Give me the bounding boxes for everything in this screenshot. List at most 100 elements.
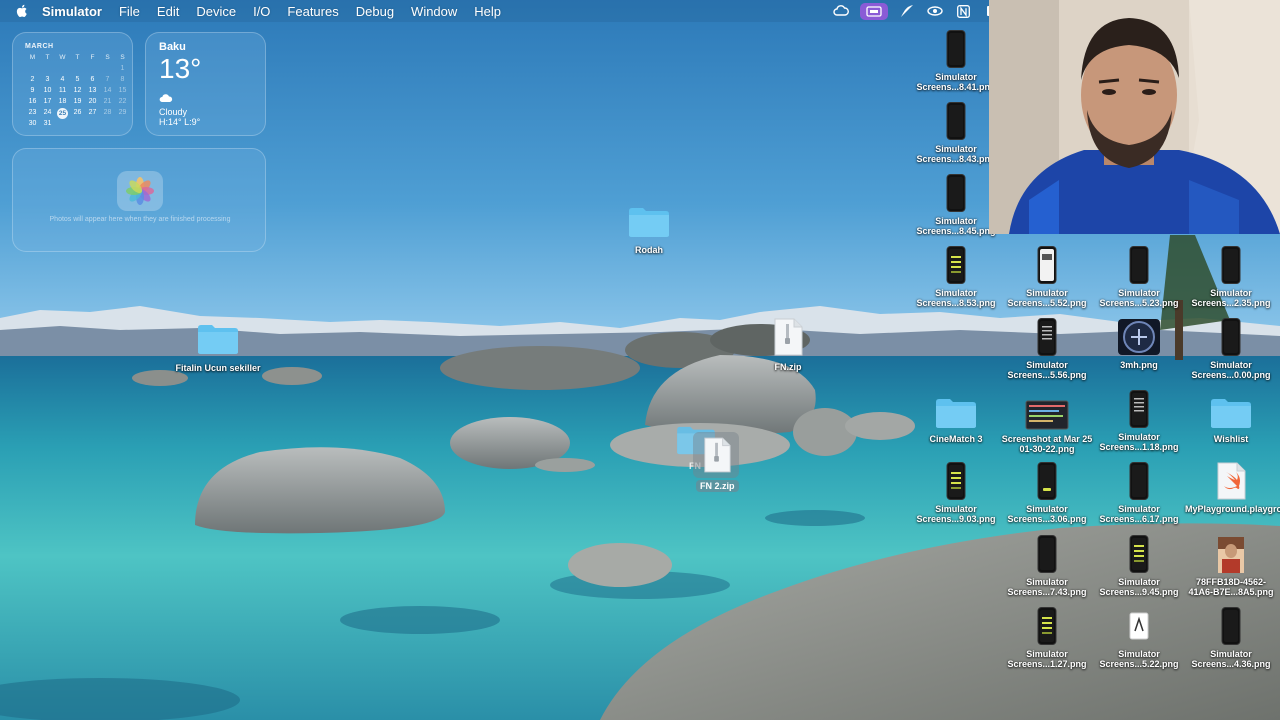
desktop-file-sim-118[interactable]: Simulator Screens...1.18.png: [1093, 390, 1185, 456]
menu-debug[interactable]: Debug: [356, 4, 394, 19]
feather-icon[interactable]: [898, 3, 916, 19]
calendar-day: 5: [75, 76, 80, 83]
desktop-file-sim-000[interactable]: Simulator Screens...0.00.png: [1185, 318, 1277, 384]
desktop-file-sim-523[interactable]: Simulator Screens...5.23.png: [1093, 246, 1185, 312]
screenshot-thumbnail-icon: [1221, 246, 1241, 284]
screen-mirroring-icon[interactable]: [860, 2, 888, 20]
desktop-file-fn-zip[interactable]: FN.zip: [742, 318, 834, 374]
folder-icon: [198, 325, 238, 354]
desktop-file-guid-png[interactable]: 78FFB18D-4562-41A6-B7E...8A5.png: [1185, 535, 1277, 601]
desktop-file-sim-743[interactable]: Simulator Screens...7.43.png: [1001, 535, 1093, 601]
desktop-label: 3mh.png: [1120, 360, 1158, 370]
desktop-label: Simulator Screens...7.43.png: [1007, 577, 1087, 597]
calendar-day: 4: [60, 76, 65, 83]
calendar-day: 26: [73, 109, 82, 116]
calendar-day: 24: [43, 109, 52, 116]
calendar-weekday: W: [59, 54, 66, 61]
screenshot-thumbnail-icon: [946, 30, 966, 68]
calendar-day: 23: [28, 109, 37, 116]
screenshot-thumbnail-icon: [1221, 607, 1241, 645]
weather-condition: Cloudy: [159, 107, 188, 117]
menu-file[interactable]: File: [119, 4, 140, 19]
desktop-file-sim-945[interactable]: Simulator Screens...9.45.png: [1093, 535, 1185, 601]
calendar-day: 31: [43, 120, 52, 127]
desktop-label: CineMatch 3: [929, 434, 983, 444]
calendar-day: 11: [58, 87, 67, 94]
folder-icon: [629, 208, 669, 237]
desktop-folder-rodah[interactable]: Rodah: [603, 205, 695, 263]
calendar-day: 29: [118, 109, 127, 116]
apple-logo-icon[interactable]: [14, 3, 30, 19]
desktop-file-screenshot[interactable]: Screenshot at Mar 25 01-30-22.png: [1001, 392, 1093, 458]
folder-icon: [1209, 396, 1253, 430]
menu-app-name[interactable]: Simulator: [42, 4, 102, 19]
weather-temperature: 13°: [159, 53, 202, 84]
calendar-day: 19: [73, 98, 82, 105]
desktop-file-sim-617[interactable]: Simulator Screens...6.17.png: [1093, 462, 1185, 528]
desktop-file-sim-127[interactable]: Simulator Screens...1.27.png: [1001, 607, 1093, 673]
desktop-file-wishlist[interactable]: Wishlist: [1185, 392, 1277, 458]
screenshot-thumbnail-icon: [1037, 246, 1057, 284]
desktop-label: Simulator Screens...9.03.png: [916, 504, 996, 524]
image-thumbnail-icon: [1217, 537, 1245, 573]
calendar-today: 25: [55, 108, 70, 119]
notion-icon[interactable]: [954, 3, 972, 19]
calendar-day: [25, 64, 40, 74]
desktop-file-playground[interactable]: MyPlayground.playground: [1185, 462, 1280, 528]
swift-playground-icon: [1215, 462, 1247, 500]
calendar-day: 2: [30, 76, 35, 83]
desktop-file-sim-556[interactable]: Simulator Screens...5.56.png: [1001, 318, 1093, 384]
menu-help[interactable]: Help: [474, 4, 501, 19]
desktop-label: Simulator Screens...1.27.png: [1007, 649, 1087, 669]
menu-device[interactable]: Device: [196, 4, 236, 19]
desktop-file-mnh[interactable]: 3mh.png: [1093, 318, 1185, 384]
menu-io[interactable]: I/O: [253, 4, 270, 19]
desktop-label: Simulator Screens...6.17.png: [1099, 504, 1179, 524]
calendar-day: 16: [28, 98, 37, 105]
webcam-overlay: [989, 0, 1280, 234]
zip-file-icon: [704, 437, 731, 473]
weather-widget[interactable]: Baku 13° Cloudy H:14° L:9°: [145, 32, 266, 136]
menu-window[interactable]: Window: [411, 4, 457, 19]
folder-icon: [934, 396, 978, 430]
calendar-day: [100, 64, 115, 74]
desktop-label: Simulator Screens...3.06.png: [1007, 504, 1087, 524]
calendar-widget[interactable]: MARCH M T W T F S S 1 2 3 4 5 6 7 8 9 10 11 12 13 14 15 16 17 18…: [12, 32, 133, 136]
menu-edit[interactable]: Edit: [157, 4, 179, 19]
desktop-file-cinematch[interactable]: CineMatch 3: [910, 392, 1002, 458]
dragged-items[interactable]: FN FN 2.zip: [672, 420, 764, 492]
desktop-label: Screenshot at Mar 25 01-30-22.png: [1001, 434, 1093, 454]
calendar-day: [55, 119, 70, 129]
calendar-day: [85, 64, 100, 74]
screenshot-thumbnail-icon: [1037, 535, 1057, 573]
screenshot-thumbnail-icon: [946, 102, 966, 140]
desktop-folder-fitalin[interactable]: Fitalin Ucun sekiller: [172, 322, 264, 384]
calendar-day: 27: [88, 109, 97, 116]
menu-features[interactable]: Features: [287, 4, 338, 19]
photos-widget[interactable]: Photos will appear here when they are fi…: [12, 148, 266, 252]
calendar-weekday: T: [75, 54, 80, 61]
desktop-file-sim-235[interactable]: Simulator Screens...2.35.png: [1185, 246, 1277, 312]
calendar-day: [70, 64, 85, 74]
desktop-file-sim-903[interactable]: Simulator Screens...9.03.png: [910, 462, 1002, 528]
desktop-label: Simulator Screens...5.52.png: [1007, 288, 1087, 308]
screenshot-thumbnail-icon: [1129, 390, 1149, 428]
calendar-day: 9: [30, 87, 35, 94]
desktop-file-sim-306[interactable]: Simulator Screens...3.06.png: [1001, 462, 1093, 528]
cloud-icon: [159, 94, 173, 102]
calendar-day: [70, 119, 85, 129]
calendar-day: [40, 64, 55, 74]
desktop-file-sim-853[interactable]: Simulator Screens...8.53.png: [910, 246, 1002, 312]
desktop-label: Simulator Screens...5.56.png: [1007, 360, 1087, 380]
calendar-weekday: T: [45, 54, 50, 61]
desktop-label: 78FFB18D-4562-41A6-B7E...8A5.png: [1188, 577, 1274, 597]
creative-cloud-icon[interactable]: [832, 3, 850, 19]
desktop-file-sim-522[interactable]: Simulator Screens...5.22.png: [1093, 607, 1185, 673]
desktop-label: Simulator Screens...8.53.png: [916, 288, 996, 308]
desktop-file-sim-552[interactable]: Simulator Screens...5.52.png: [1001, 246, 1093, 312]
desktop-label: Simulator Screens...2.35.png: [1191, 288, 1271, 308]
calendar-day: 15: [118, 87, 127, 94]
desktop-file-sim-436[interactable]: Simulator Screens...4.36.png: [1185, 607, 1277, 673]
eye-icon[interactable]: [926, 3, 944, 19]
screenshot-thumbnail-icon: [1129, 462, 1149, 500]
